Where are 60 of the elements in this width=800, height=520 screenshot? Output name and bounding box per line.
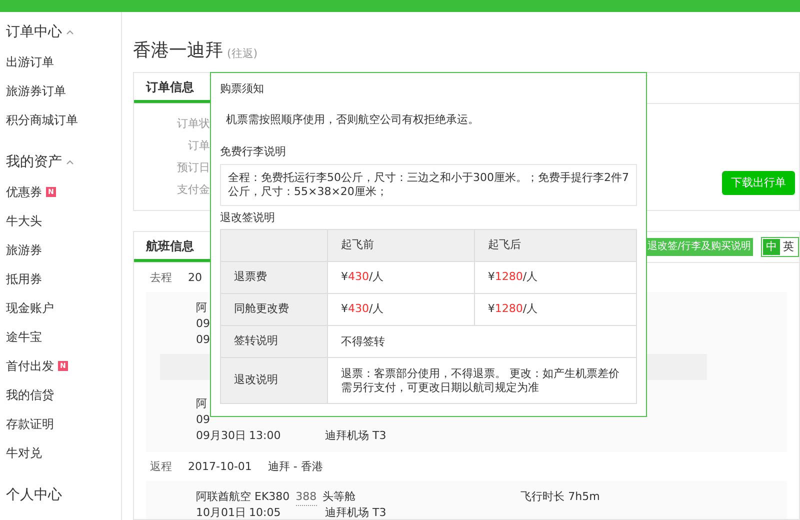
cabin-class: 头等舱 <box>322 489 356 506</box>
sidebar-item[interactable]: 优惠券 <box>6 182 42 200</box>
sidebar-item[interactable]: 牛大头 <box>6 212 42 230</box>
flight-detail: 09 <box>196 412 210 428</box>
table-header-cell: 起飞后 <box>474 230 636 262</box>
price-cell: ¥1280/人 <box>474 262 636 294</box>
flight-detail: 09 <box>196 332 210 348</box>
sidebar-item[interactable]: 途牛宝 <box>6 328 42 346</box>
field-label: 预订日 <box>177 160 210 176</box>
leg-direction: 返程 <box>150 458 172 475</box>
flight-detail: 13:00 <box>249 428 281 444</box>
price-cell: ¥430/人 <box>328 294 474 326</box>
popup-title: 购票须知 <box>220 81 265 97</box>
table-header-cell: 起飞前 <box>328 230 474 262</box>
sidebar-item[interactable]: 抵用券 <box>6 270 42 288</box>
flight-detail: 阿 <box>196 300 207 316</box>
row-label-cell: 同舱更改费 <box>220 294 328 326</box>
page-title: 香港一迪拜 <box>133 39 223 63</box>
sidebar-item[interactable]: 我的信贷 <box>6 386 54 404</box>
table-cell: 退票：客票部分使用，不得退票。 更改：如产生机票差价需另行支付，可更改日期以航司规定为准 <box>328 358 636 404</box>
flight-detail: 阿 <box>196 396 207 412</box>
leg-direction: 去程 <box>150 270 172 286</box>
sidebar-item[interactable]: 旅游券订单 <box>6 82 66 100</box>
field-label: 支付金 <box>177 182 210 198</box>
flight-detail: 10:05 <box>249 505 281 519</box>
sidebar-item[interactable]: 积分商城订单 <box>6 110 78 128</box>
baggage-text: 全程：免费托运行李50公斤，尺寸：三边之和小于300厘米。；免费手提行李2件7公斤，尺寸：55×38×20厘米； <box>220 164 637 206</box>
row-label-cell: 退票费 <box>220 262 328 294</box>
sidebar-item[interactable]: 首付出发 <box>6 356 54 374</box>
flight-detail: 迪拜机场 T3 <box>325 505 386 519</box>
section-title: 退改签说明 <box>220 210 276 226</box>
row-label-cell: 签转说明 <box>220 326 328 358</box>
notice-text: 机票需按照顺序使用，否则航空公司有权拒绝承运。 <box>226 112 480 128</box>
sidebar-section-title[interactable]: 我的资产 <box>6 152 62 172</box>
sidebar-item[interactable]: 现金账户 <box>6 298 54 316</box>
section-title: 免费行李说明 <box>220 144 287 160</box>
leg-date: 20 <box>188 270 202 286</box>
airline-flight: 阿联酋航空 EK380 <box>196 489 290 506</box>
price-cell: ¥1280/人 <box>474 294 636 326</box>
field-label: 订单状 <box>177 116 210 132</box>
sidebar-item[interactable]: 存款证明 <box>6 414 54 432</box>
flight-detail: 10月01日 <box>196 505 246 519</box>
leg-route: 迪拜 - 香港 <box>268 458 323 475</box>
sidebar-item[interactable]: 出游订单 <box>6 52 54 70</box>
sidebar-section-title[interactable]: 订单中心 <box>6 22 62 42</box>
row-label-cell: 退改说明 <box>220 358 328 404</box>
table-cell: 不得签转 <box>328 326 636 358</box>
language-option[interactable]: 英 <box>780 239 797 256</box>
flight-detail: 迪拜机场 T3 <box>325 428 386 444</box>
sidebar-item[interactable]: 旅游券 <box>6 240 42 258</box>
leg-date: 2017-10-01 <box>188 458 252 475</box>
sidebar-item[interactable]: 牛对兑 <box>6 444 42 462</box>
sidebar-section-title[interactable]: 个人中心 <box>6 484 62 506</box>
aircraft-type[interactable]: 388 <box>296 488 317 506</box>
trip-type: (往返) <box>227 46 258 62</box>
flight-detail: 09月30日 <box>196 428 246 444</box>
price-cell: ¥430/人 <box>328 262 474 294</box>
field-label: 订单 <box>188 138 210 154</box>
flight-duration: 飞行时长 7h5m <box>520 489 600 506</box>
flight-detail: 09 <box>196 316 210 332</box>
